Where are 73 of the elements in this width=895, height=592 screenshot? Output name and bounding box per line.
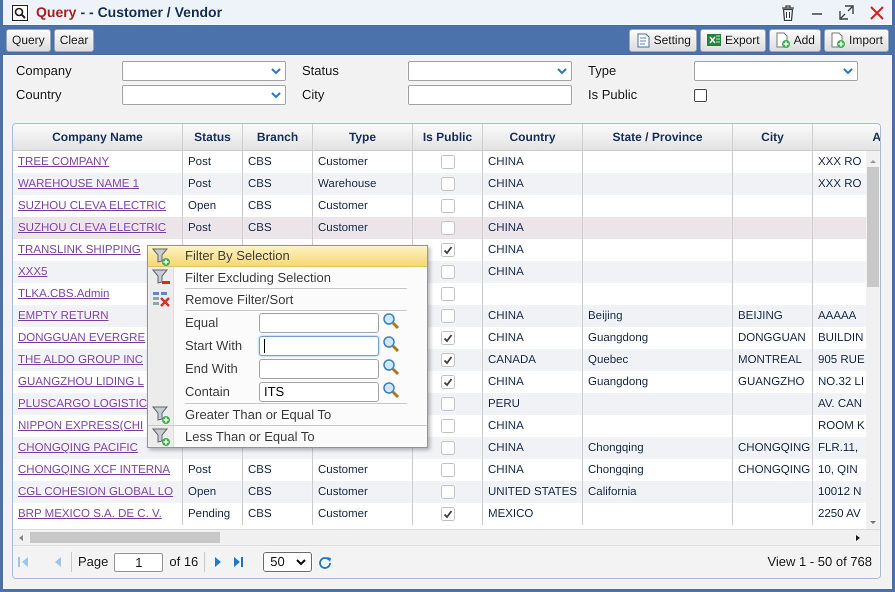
- table-cell: Post: [188, 178, 212, 190]
- table-cell: NO.32 LI: [818, 376, 864, 388]
- table-cell: Pending: [188, 508, 230, 520]
- table-cell: UNITED STATES: [488, 486, 578, 498]
- table-cell: Customer: [318, 200, 368, 212]
- page-count: of 16: [169, 553, 198, 572]
- table-cell: CHINA: [488, 266, 524, 278]
- table-cell: ROOM K: [818, 420, 865, 432]
- table-cell: AV. CAN: [818, 398, 862, 410]
- field-label: Is Public: [588, 86, 638, 104]
- table-cell: Quebec: [588, 354, 628, 366]
- table-cell: 905 RUE: [818, 354, 865, 366]
- table-cell: CHONGQING: [738, 442, 810, 454]
- page-label: Page: [78, 553, 108, 572]
- table-cell: Beijing: [588, 310, 623, 322]
- table-cell: Customer: [318, 156, 368, 168]
- table-cell: Post: [188, 464, 212, 476]
- field-label: Type: [588, 62, 618, 80]
- table-cell: CHINA: [488, 244, 524, 256]
- table-cell: Customer: [318, 486, 368, 498]
- table-cell: CHINA: [488, 376, 524, 388]
- table-cell: Post: [188, 156, 212, 168]
- table-cell: CHONGQING: [738, 464, 810, 476]
- window-title: - - Customer / Vendor: [80, 3, 222, 22]
- table-cell: XXX RO: [818, 156, 862, 168]
- table-cell: CHINA: [488, 178, 524, 190]
- table-cell: CBS: [248, 156, 272, 168]
- table-cell: CBS: [248, 200, 272, 212]
- table-cell: California: [588, 486, 637, 498]
- table-cell: CBS: [248, 486, 272, 498]
- table-cell: FLR.11,: [818, 442, 858, 454]
- table-cell: GUANGZHO: [738, 376, 804, 388]
- table-cell: MEXICO: [488, 508, 534, 520]
- table-cell: CHINA: [488, 464, 524, 476]
- field-label: Company: [16, 62, 73, 80]
- table-cell: CHINA: [488, 420, 524, 432]
- table-cell: Customer: [318, 508, 368, 520]
- table-cell: Customer: [318, 222, 368, 234]
- table-cell: Post: [188, 222, 212, 234]
- table-cell: Warehouse: [318, 178, 376, 190]
- field-label: Status: [302, 62, 340, 80]
- table-cell: Guangdong: [588, 332, 648, 344]
- table-cell: Open: [188, 486, 216, 498]
- table-cell: Open: [188, 200, 216, 212]
- table-cell: Guangdong: [588, 376, 648, 388]
- table-cell: CHINA: [488, 156, 524, 168]
- table-cell: CBS: [248, 508, 272, 520]
- table-cell: 10012 N: [818, 486, 862, 498]
- table-cell: DONGGUAN: [738, 332, 806, 344]
- table-cell: CHINA: [488, 332, 524, 344]
- table-cell: Customer: [318, 464, 368, 476]
- table-cell: Chongqing: [588, 464, 644, 476]
- table-cell: AAAAA: [818, 310, 856, 322]
- table-cell: 2250 AV: [818, 508, 861, 520]
- table-cell: Chongqing: [588, 442, 644, 454]
- table-cell: CHINA: [488, 442, 524, 454]
- table-cell: CBS: [248, 178, 272, 190]
- record-summary: View 1 - 50 of 768: [767, 553, 872, 572]
- app-title: Query: [36, 3, 76, 22]
- table-cell: CHINA: [488, 222, 524, 234]
- table-cell: CHINA: [488, 200, 524, 212]
- table-cell: BUILDIN: [818, 332, 864, 344]
- table-cell: 10, QIN: [818, 464, 858, 476]
- table-cell: BEIJING: [738, 310, 783, 322]
- field-label: Country: [16, 86, 63, 104]
- table-cell: MONTREAL: [738, 354, 802, 366]
- table-cell: XXX RO: [818, 178, 862, 190]
- table-cell: CHINA: [488, 310, 524, 322]
- field-label: City: [302, 86, 326, 104]
- table-cell: PERU: [488, 398, 520, 410]
- table-cell: CBS: [248, 464, 272, 476]
- table-cell: CANADA: [488, 354, 536, 366]
- table-cell: CBS: [248, 222, 272, 234]
